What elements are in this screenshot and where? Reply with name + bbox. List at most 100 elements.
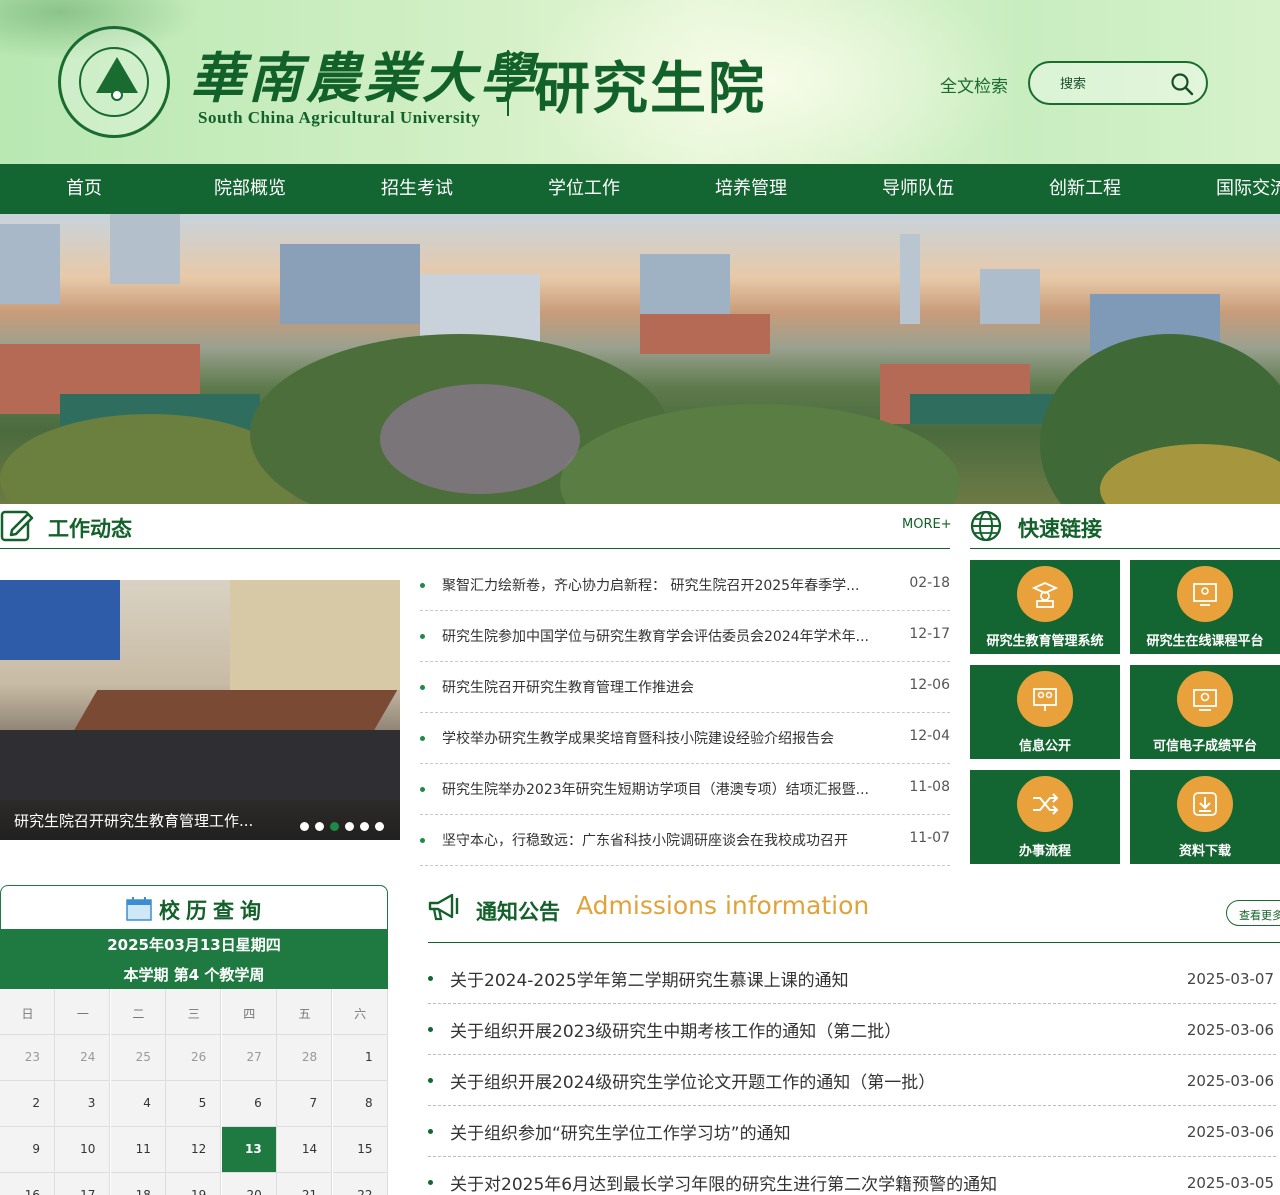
- nav-item-home[interactable]: 首页: [66, 164, 102, 214]
- calendar-day[interactable]: 18: [110, 1173, 166, 1195]
- news-item[interactable]: 研究生院举办2023年研究生短期访学项目（港澳专项）结项汇报暨... 11-08: [420, 764, 950, 815]
- news-item-date: 12-06: [909, 677, 950, 693]
- calendar-day[interactable]: 12: [166, 1127, 222, 1173]
- quick-link-label[interactable]: 研究生教育管理系统: [970, 630, 1120, 649]
- quick-link-downloads[interactable]: 资料下载: [1130, 770, 1280, 864]
- calendar-day[interactable]: 7: [277, 1081, 333, 1127]
- notice-item-title[interactable]: 关于组织开展2024级研究生学位论文开题工作的通知（第一批）: [450, 1068, 935, 1093]
- news-carousel[interactable]: 研究生院召开研究生教育管理工作...: [0, 580, 400, 840]
- news-item[interactable]: 聚智汇力绘新卷，齐心协力启新程： 研究生院召开2025年春季学... 02-18: [420, 560, 950, 611]
- calendar-day[interactable]: 14: [277, 1127, 333, 1173]
- carousel-dot-2[interactable]: [315, 822, 324, 831]
- notice-item-title[interactable]: 关于组织开展2023级研究生中期考核工作的通知（第二批）: [450, 1017, 901, 1042]
- calendar-day[interactable]: 6: [221, 1081, 277, 1127]
- notice-item-title[interactable]: 关于2024-2025学年第二学期研究生慕课上课的通知: [450, 966, 849, 991]
- news-item[interactable]: 研究生院召开研究生教育管理工作推进会 12-06: [420, 662, 950, 713]
- news-item-title[interactable]: 聚智汇力绘新卷，齐心协力启新程： 研究生院召开2025年春季学...: [442, 575, 897, 595]
- university-seal-logo[interactable]: [58, 26, 170, 138]
- calendar-day[interactable]: 8: [332, 1081, 388, 1127]
- carousel-dot-5[interactable]: [360, 822, 369, 831]
- calendar-day[interactable]: 5: [166, 1081, 222, 1127]
- calendar-day[interactable]: 23: [0, 1035, 55, 1081]
- view-more-label[interactable]: 查看更多: [1239, 907, 1280, 923]
- header-divider: [507, 50, 509, 116]
- work-news-title: 工作动态: [48, 517, 132, 541]
- search-icon[interactable]: [1170, 72, 1194, 96]
- quick-link-info-public[interactable]: 信息公开: [970, 665, 1120, 759]
- carousel-caption-text[interactable]: 研究生院召开研究生教育管理工作...: [14, 810, 253, 831]
- calendar-day[interactable]: 24: [55, 1035, 111, 1081]
- carousel-caption[interactable]: 研究生院召开研究生教育管理工作...: [0, 800, 400, 840]
- calendar-day[interactable]: 27: [221, 1035, 277, 1081]
- notice-item[interactable]: 关于组织参加“研究生学位工作学习坊”的通知 2025-03-06: [428, 1106, 1276, 1157]
- calendar-day[interactable]: 16: [0, 1173, 55, 1195]
- calendar-day[interactable]: 25: [110, 1035, 166, 1081]
- news-item-title[interactable]: 研究生院召开研究生教育管理工作推进会: [442, 677, 897, 697]
- calendar-day[interactable]: 3: [55, 1081, 111, 1127]
- nav-item-training[interactable]: 培养管理: [715, 164, 787, 214]
- carousel-dot-3[interactable]: [330, 822, 339, 831]
- notice-item[interactable]: 关于对2025年6月达到最长学习年限的研究生进行第二次学籍预警的通知 2025-0…: [428, 1157, 1276, 1195]
- quick-link-transcript[interactable]: 可信电子成绩平台: [1130, 665, 1280, 759]
- notice-item-title[interactable]: 关于组织参加“研究生学位工作学习坊”的通知: [450, 1119, 791, 1144]
- calendar-day[interactable]: 20: [221, 1173, 277, 1195]
- nav-item-overview[interactable]: 院部概览: [214, 164, 286, 214]
- news-item-title[interactable]: 坚守本心，行稳致远：广东省科技小院调研座谈会在我校成功召开: [442, 830, 897, 850]
- notice-item-title[interactable]: 关于对2025年6月达到最长学习年限的研究生进行第二次学籍预警的通知: [450, 1170, 997, 1195]
- campus-banner-image[interactable]: [0, 214, 1280, 504]
- calendar-current-date: 2025年03月13日星期四: [107, 936, 281, 954]
- quick-link-label[interactable]: 研究生在线课程平台: [1130, 630, 1280, 649]
- calendar-day[interactable]: 21: [277, 1173, 333, 1195]
- quick-link-procedures[interactable]: 办事流程: [970, 770, 1120, 864]
- calendar-weekday-header: 三: [166, 989, 222, 1035]
- nav-item-international[interactable]: 国际交流: [1216, 164, 1280, 214]
- notices-view-more-button[interactable]: 查看更多: [1226, 900, 1280, 926]
- nav-item-supervisors[interactable]: 导师队伍: [882, 164, 954, 214]
- carousel-dot-1[interactable]: [300, 822, 309, 831]
- work-news-more-link[interactable]: MORE+: [902, 517, 952, 532]
- nav-item-degree[interactable]: 学位工作: [548, 164, 620, 214]
- nav-item-admissions[interactable]: 招生考试: [381, 164, 453, 214]
- news-item-title[interactable]: 学校举办研究生教学成果奖培育暨科技小院建设经验介绍报告会: [442, 728, 897, 748]
- news-item-title[interactable]: 研究生院举办2023年研究生短期访学项目（港澳专项）结项汇报暨...: [442, 779, 897, 799]
- calendar-day[interactable]: 11: [110, 1127, 166, 1173]
- notice-item[interactable]: 关于2024-2025学年第二学期研究生慕课上课的通知 2025-03-07: [428, 953, 1276, 1004]
- notice-item-date: 2025-03-06: [1186, 1021, 1274, 1039]
- university-name-en[interactable]: South China Agricultural University: [198, 108, 480, 128]
- search-box[interactable]: [1028, 61, 1208, 105]
- calendar-day[interactable]: 1: [332, 1035, 388, 1081]
- carousel-dot-6[interactable]: [375, 822, 384, 831]
- calendar-day[interactable]: 26: [166, 1035, 222, 1081]
- calendar-day[interactable]: 2: [0, 1081, 55, 1127]
- calendar-weekday-header: 六: [332, 989, 388, 1035]
- nav-item-innovation[interactable]: 创新工程: [1049, 164, 1121, 214]
- quick-link-label[interactable]: 资料下载: [1130, 840, 1280, 859]
- carousel-dot-4[interactable]: [345, 822, 354, 831]
- quick-link-label[interactable]: 信息公开: [970, 735, 1120, 754]
- news-item-title[interactable]: 研究生院参加中国学位与研究生教育学会评估委员会2024年学术年...: [442, 626, 897, 646]
- calendar-day[interactable]: 9: [0, 1127, 55, 1173]
- calendar-day[interactable]: 28: [277, 1035, 333, 1081]
- news-item[interactable]: 研究生院参加中国学位与研究生教育学会评估委员会2024年学术年... 12-17: [420, 611, 950, 662]
- calendar-day[interactable]: 10: [55, 1127, 111, 1173]
- university-name-cn[interactable]: 華南農業大學: [190, 34, 538, 113]
- calendar-day[interactable]: 15: [332, 1127, 388, 1173]
- news-item[interactable]: 坚守本心，行稳致远：广东省科技小院调研座谈会在我校成功召开 11-07: [420, 815, 950, 866]
- calendar-day[interactable]: 4: [110, 1081, 166, 1127]
- calendar-day-today[interactable]: 13: [221, 1127, 277, 1173]
- quick-link-label[interactable]: 办事流程: [970, 840, 1120, 859]
- quick-link-graduate-system[interactable]: 研究生教育管理系统: [970, 560, 1120, 654]
- calendar-day[interactable]: 22: [332, 1173, 388, 1195]
- news-item[interactable]: 学校举办研究生教学成果奖培育暨科技小院建设经验介绍报告会 12-04: [420, 713, 950, 764]
- notice-item-date: 2025-03-05: [1186, 1174, 1274, 1192]
- department-title[interactable]: 研究生院: [534, 44, 766, 125]
- school-calendar: 校历查询 2025年03月13日星期四 本学期 第4 个教学周 日一二三四五六2…: [0, 885, 388, 1195]
- search-input[interactable]: [1060, 73, 1160, 95]
- fulltext-search-label[interactable]: 全文检索: [940, 72, 1008, 97]
- notice-item[interactable]: 关于组织开展2024级研究生学位论文开题工作的通知（第一批） 2025-03-06: [428, 1055, 1276, 1106]
- notice-item[interactable]: 关于组织开展2023级研究生中期考核工作的通知（第二批） 2025-03-06: [428, 1004, 1276, 1055]
- quick-link-label[interactable]: 可信电子成绩平台: [1130, 735, 1280, 754]
- quick-link-online-course[interactable]: 研究生在线课程平台: [1130, 560, 1280, 654]
- calendar-day[interactable]: 17: [55, 1173, 111, 1195]
- calendar-day[interactable]: 19: [166, 1173, 222, 1195]
